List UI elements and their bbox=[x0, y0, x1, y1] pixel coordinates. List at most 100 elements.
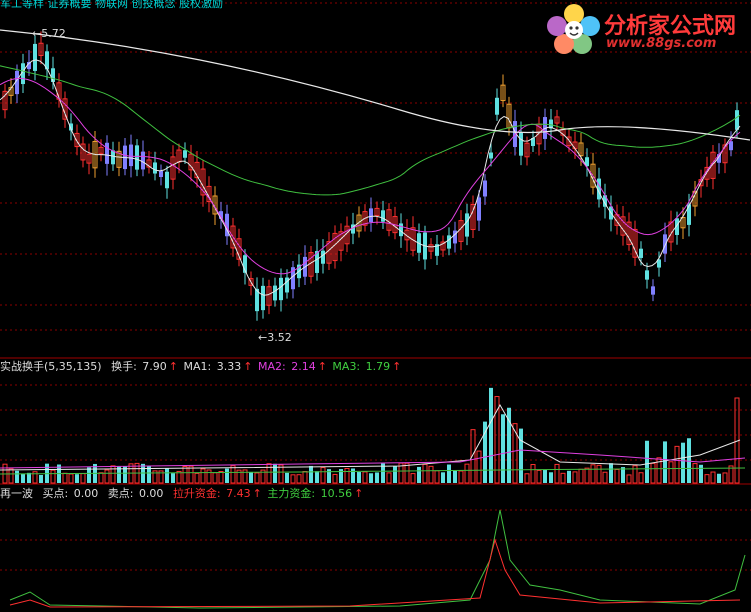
turnover-bar bbox=[39, 474, 43, 483]
chart-grid bbox=[0, 2, 751, 571]
turnover-bar bbox=[554, 463, 560, 484]
turnover-bar bbox=[386, 472, 392, 484]
turnover-bar bbox=[578, 468, 584, 484]
turnover-bar bbox=[543, 469, 547, 483]
turnover-bar bbox=[98, 472, 104, 484]
turnover-bar bbox=[357, 472, 361, 483]
candle-body bbox=[135, 145, 139, 170]
turnover-label: 换手: bbox=[111, 360, 137, 373]
turnover-bar bbox=[710, 471, 716, 484]
turnover-bar bbox=[692, 463, 698, 484]
turnover-bar bbox=[27, 472, 31, 483]
turnover-bar bbox=[638, 472, 644, 484]
turnover-bar bbox=[422, 463, 428, 484]
turnover-bar bbox=[230, 465, 236, 484]
turnover-bar bbox=[369, 473, 373, 483]
turnover-bar bbox=[704, 474, 710, 484]
lift-fund-value: 7.43 bbox=[226, 487, 251, 500]
candle-body bbox=[447, 235, 451, 249]
candle-body bbox=[279, 277, 283, 301]
turnover-bar bbox=[309, 465, 313, 483]
turnover-indicator-name[interactable]: 实战换手(5,35,135) bbox=[0, 360, 102, 373]
turnover-bar bbox=[602, 471, 608, 484]
buy-point-label: 买点: bbox=[42, 487, 69, 500]
arrow-up-icon: ↑ bbox=[392, 360, 402, 373]
turnover-bar bbox=[182, 465, 188, 484]
stock-chart[interactable] bbox=[0, 0, 751, 612]
sell-point-value: 0.00 bbox=[138, 487, 164, 500]
candle-body bbox=[495, 97, 499, 115]
turnover-bar bbox=[188, 465, 194, 484]
candle-body bbox=[261, 285, 265, 311]
turnover-bar bbox=[212, 472, 218, 484]
turnover-bar bbox=[501, 414, 505, 483]
turnover-bar bbox=[590, 464, 596, 484]
turnover-bar bbox=[266, 463, 272, 484]
turnover-bar bbox=[519, 428, 523, 483]
candle-body bbox=[645, 270, 649, 280]
turnover-bar bbox=[344, 467, 350, 484]
candle-body bbox=[111, 150, 115, 165]
turnover-bar bbox=[302, 470, 308, 484]
turnover-bar bbox=[584, 467, 590, 484]
turnover-bar bbox=[645, 440, 649, 483]
turnover-bar bbox=[225, 468, 229, 483]
buy-point-value: 0.00 bbox=[73, 487, 99, 500]
ma2-label: MA2: bbox=[257, 360, 286, 373]
turnover-bar bbox=[362, 471, 368, 484]
turnover-bar bbox=[458, 470, 464, 484]
turnover-bar bbox=[609, 463, 613, 483]
candle-body bbox=[465, 213, 469, 237]
turnover-bar bbox=[273, 463, 277, 483]
candle-body bbox=[183, 150, 187, 158]
turnover-bar bbox=[489, 387, 493, 483]
candle-body bbox=[651, 286, 655, 295]
fund-panel-header: 再一波 买点: 0.00 卖点: 0.00 拉升资金: 7.43 ↑ 主力资金: … bbox=[0, 487, 365, 501]
candle-body bbox=[165, 171, 169, 189]
fund-indicator-name[interactable]: 再一波 bbox=[0, 487, 33, 500]
turnover-bar bbox=[464, 463, 470, 484]
ma3-value: 1.79 bbox=[365, 360, 391, 373]
candle-body bbox=[159, 170, 163, 178]
turnover-bar bbox=[104, 469, 110, 484]
turnover-bar bbox=[441, 472, 445, 483]
candle-body bbox=[381, 210, 385, 222]
candle-body bbox=[51, 68, 55, 82]
candle-body bbox=[369, 208, 373, 223]
turnover-panel-header: 实战换手(5,35,135) 换手: 7.90 ↑ MA1: 3.33 ↑ MA2:… bbox=[0, 360, 403, 374]
turnover-bar bbox=[674, 445, 680, 484]
turnover-bar bbox=[530, 464, 536, 484]
turnover-bar bbox=[249, 471, 253, 483]
ma1-value: 3.33 bbox=[216, 360, 242, 373]
turnover-bar bbox=[410, 473, 416, 484]
turnover-bar bbox=[393, 466, 397, 483]
site-logo[interactable]: 分析家公式网 www.88gs.com bbox=[546, 2, 750, 54]
turnover-bar bbox=[75, 474, 79, 483]
turnover-bar bbox=[476, 450, 482, 484]
turnover-bar bbox=[626, 474, 632, 484]
turnover-bar bbox=[8, 468, 14, 484]
turnover-bar bbox=[218, 470, 224, 484]
low-price-value: 3.52 bbox=[267, 331, 292, 344]
candle-body bbox=[663, 234, 667, 254]
turnover-bar bbox=[512, 423, 518, 484]
turnover-bar bbox=[404, 462, 410, 484]
turnover-bar bbox=[21, 473, 25, 483]
candle-body bbox=[105, 142, 109, 164]
fund-flow-lines bbox=[9, 509, 746, 609]
turnover-bar bbox=[596, 464, 602, 484]
candle-body bbox=[141, 151, 145, 170]
candle-body bbox=[153, 162, 157, 174]
turnover-bar bbox=[171, 473, 175, 483]
turnover-bar bbox=[165, 468, 169, 483]
turnover-bar bbox=[560, 472, 566, 484]
main-fund-value: 10.56 bbox=[320, 487, 353, 500]
candle-body bbox=[477, 197, 481, 221]
turnover-bar bbox=[663, 441, 667, 483]
turnover-bar bbox=[681, 442, 685, 483]
turnover-value: 7.90 bbox=[142, 360, 167, 373]
candlestick-series bbox=[2, 31, 739, 321]
turnover-bar bbox=[447, 464, 451, 483]
turnover-bar bbox=[200, 468, 206, 484]
turnover-bar bbox=[332, 473, 338, 484]
